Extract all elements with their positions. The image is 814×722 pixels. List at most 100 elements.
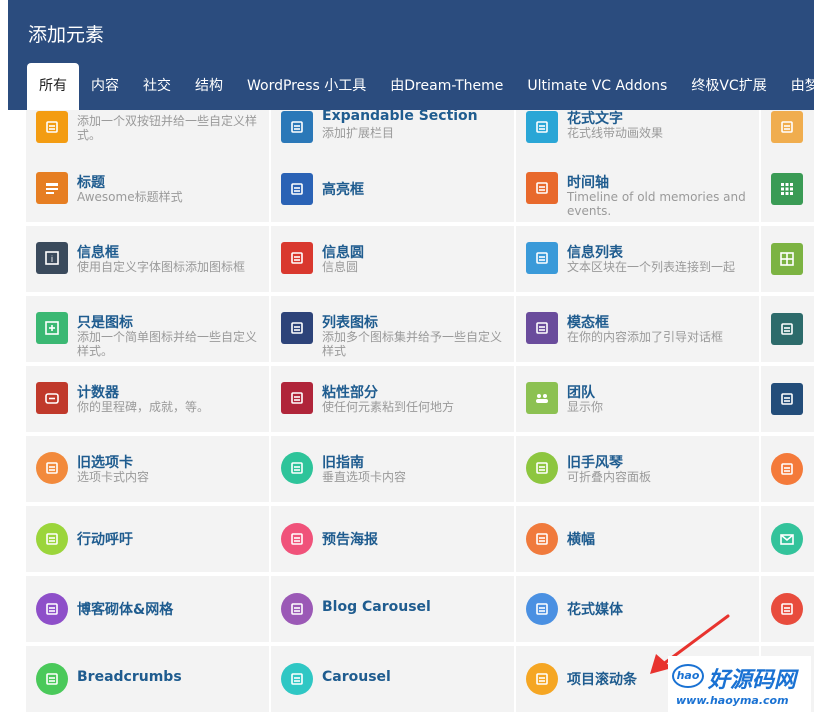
element-card[interactable]: 预告海报 — [271, 506, 514, 572]
element-card[interactable] — [761, 110, 814, 162]
breadcrumbs-icon — [36, 663, 68, 695]
element-name: Blog Carousel — [322, 599, 431, 615]
tab-7[interactable]: 终极VC扩展 — [679, 63, 778, 110]
element-card[interactable]: 粘性部分 使任何元素粘到任何地方 — [271, 366, 514, 432]
element-name: 计数器 — [77, 385, 119, 401]
element-card[interactable]: 时间轴 Timeline of old memories and events. — [516, 156, 759, 222]
element-name: Breadcrumbs — [77, 669, 182, 685]
element-name: 列表图标 — [322, 315, 378, 331]
element-desc: 添加一个简单图标并给一些自定义样式。 — [77, 330, 258, 358]
info-box-icon: i — [36, 242, 68, 274]
info-list-icon — [526, 242, 558, 274]
watermark-brand: 好源码网 — [708, 668, 797, 693]
teaser-icon — [281, 523, 313, 555]
element-name: 粘性部分 — [322, 385, 378, 401]
category-tabs: 所有 内容 社交 结构 WordPress 小工具 由Dream-Theme Ultimat… — [27, 63, 814, 110]
element-name: 只是图标 — [77, 315, 133, 331]
element-card[interactable]: 旧指南 垂直选项卡内容 — [271, 436, 514, 502]
element-desc: 花式线带动画效果 — [567, 126, 664, 140]
tab-2[interactable]: 社交 — [131, 63, 183, 110]
element-card[interactable]: 行动呼吁 — [26, 506, 269, 572]
element-name: 信息列表 — [567, 245, 623, 261]
element-card[interactable]: 旧手风琴 可折叠内容面板 — [516, 436, 759, 502]
tab-1[interactable]: 内容 — [79, 63, 131, 110]
element-row: 行动呼吁 预告海报 横幅 — [26, 506, 814, 572]
element-card[interactable]: 只是图标 添加一个简单图标并给一些自定义样式。 — [26, 296, 269, 362]
element-row: i 信息框 使用自定义字体图标添加图标框 信息圆 信息圆 信息列表 文本区块在一个列表连接到… — [26, 226, 814, 292]
list-icon-icon — [281, 312, 313, 344]
element-desc: 可折叠内容面板 — [567, 470, 652, 484]
counter-icon — [36, 382, 68, 414]
element-name: 花式媒体 — [567, 602, 623, 618]
element-name: 预告海报 — [322, 532, 378, 548]
element-card[interactable]: 标题 Awesome标题样式 — [26, 156, 269, 222]
element-card[interactable]: 团队 显示你 — [516, 366, 759, 432]
text-separator-icon — [771, 453, 803, 485]
element-card[interactable] — [761, 436, 814, 502]
watermark: hao 好源码网 www.haoyma.com — [668, 656, 811, 714]
element-desc: 选项卡式内容 — [77, 470, 150, 484]
element-name: 信息框 — [77, 245, 119, 261]
element-card[interactable]: 添加一个双按钮并给一些自定义样式。 — [26, 110, 269, 162]
dual-button-icon — [36, 111, 68, 143]
element-card[interactable] — [761, 366, 814, 432]
tab-8[interactable]: 由梦 — [779, 63, 814, 110]
element-card[interactable]: 信息圆 信息圆 — [271, 226, 514, 292]
element-card[interactable]: 横幅 — [516, 506, 759, 572]
element-desc: 使任何元素粘到任何地方 — [322, 400, 455, 414]
element-card[interactable]: 花式文字 花式线带动画效果 — [516, 110, 759, 162]
element-card[interactable]: 模态框 在你的内容添加了引导对话框 — [516, 296, 759, 362]
tab-3[interactable]: 结构 — [183, 63, 235, 110]
element-name: 旧选项卡 — [77, 455, 133, 471]
element-card[interactable]: Blog Carousel — [271, 576, 514, 642]
element-name: 标题 — [77, 175, 105, 191]
element-row: 计数器 你的里程碑，成就，等。 粘性部分 使任何元素粘到任何地方 团队 显示你 — [26, 366, 814, 432]
element-card[interactable]: 高亮框 — [271, 156, 514, 222]
element-name: Carousel — [322, 669, 391, 685]
element-name: 模态框 — [567, 315, 609, 331]
sticky-icon — [281, 382, 313, 414]
banner-icon — [526, 523, 558, 555]
element-name: 旧手风琴 — [567, 455, 623, 471]
cta-icon — [36, 523, 68, 555]
swap-icon — [771, 111, 803, 143]
old-tour-icon — [281, 452, 313, 484]
element-card[interactable]: i 信息框 使用自定义字体图标添加图标框 — [26, 226, 269, 292]
element-name: 信息圆 — [322, 245, 364, 261]
element-card[interactable]: 计数器 你的里程碑，成就，等。 — [26, 366, 269, 432]
element-desc: Awesome标题样式 — [77, 190, 183, 204]
element-card[interactable]: 列表图标 添加多个图标集并给予一些自定义样式 — [271, 296, 514, 362]
element-card[interactable] — [761, 296, 814, 362]
element-row: 添加一个双按钮并给一些自定义样式。 Expandable Section 添加扩展栏… — [26, 110, 814, 162]
element-name: 团队 — [567, 385, 595, 401]
element-card[interactable]: Carousel — [271, 646, 514, 712]
tab-5[interactable]: 由Dream-Theme — [378, 63, 515, 110]
team-icon — [526, 382, 558, 414]
mail-icon — [771, 523, 803, 555]
element-card[interactable]: 旧选项卡 选项卡式内容 — [26, 436, 269, 502]
tab-0[interactable]: 所有 — [27, 63, 79, 110]
dialog-header: 添加元素 所有 内容 社交 结构 WordPress 小工具 由Dream-Theme Ul… — [8, 0, 814, 110]
element-name: Expandable Section — [322, 110, 478, 124]
modal-icon — [526, 312, 558, 344]
element-card[interactable] — [761, 576, 814, 642]
element-card[interactable] — [761, 506, 814, 572]
element-desc: 添加扩展栏目 — [322, 126, 395, 140]
tag-icon — [771, 313, 803, 345]
element-desc: 文本区块在一个列表连接到一起 — [567, 260, 736, 274]
element-card[interactable] — [761, 156, 814, 222]
heading-icon — [36, 172, 68, 204]
element-card[interactable]: 信息列表 文本区块在一个列表连接到一起 — [516, 226, 759, 292]
watermark-logo: hao — [672, 664, 704, 688]
element-card[interactable]: Breadcrumbs — [26, 646, 269, 712]
carousel-icon — [281, 663, 313, 695]
element-card[interactable] — [761, 226, 814, 292]
tab-4[interactable]: WordPress 小工具 — [235, 63, 378, 110]
element-card[interactable]: Expandable Section 添加扩展栏目 — [271, 110, 514, 162]
element-card[interactable]: 博客砌体&网格 — [26, 576, 269, 642]
tab-6[interactable]: Ultimate VC Addons — [515, 63, 679, 110]
element-name: 旧指南 — [322, 455, 364, 471]
just-icon-icon — [36, 312, 68, 344]
watermark-url: www.haoyma.com — [676, 694, 789, 707]
svg-text:i: i — [51, 254, 53, 264]
